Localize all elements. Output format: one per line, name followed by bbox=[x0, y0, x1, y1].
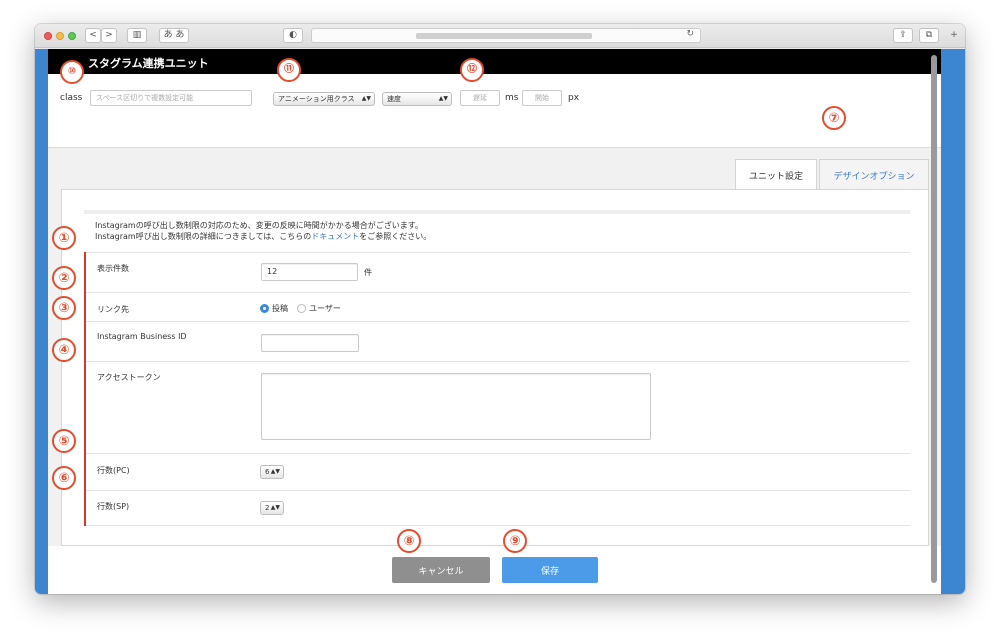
class-input[interactable]: スペース区切りで複数設定可能 bbox=[90, 90, 252, 106]
rows-sp-label: 行数(SP) bbox=[97, 502, 130, 511]
browser-titlebar: < > ▥ あ あ ◐ ↻ ⇪ ⧉ + bbox=[35, 24, 965, 48]
select-arrows-icon: ▲▼ bbox=[361, 95, 371, 102]
unit-top-settings: class スペース区切りで複数設定可能 アニメーション用クラス ▲▼ 速度 ▲… bbox=[48, 74, 941, 148]
rows-sp-value: 2 bbox=[265, 504, 270, 512]
ms-unit-label: ms bbox=[505, 93, 519, 103]
documentation-link[interactable]: ドキュメント bbox=[311, 232, 359, 241]
annotation-marker-10: ⑩ bbox=[60, 60, 84, 84]
animation-class-select[interactable]: アニメーション用クラス ▲▼ bbox=[273, 92, 375, 106]
reload-icon[interactable]: ↻ bbox=[686, 29, 694, 39]
page-viewport: スタグラム連携ユニット class スペース区切りで複数設定可能 アニメーション… bbox=[35, 49, 965, 594]
count-unit: 件 bbox=[364, 268, 372, 277]
notice-line-1: Instagramの呼び出し数制限の対応のため、変更の反映に時間がかかる場合がご… bbox=[95, 221, 423, 230]
annotation-marker-8: ⑧ bbox=[397, 529, 421, 553]
annotation-marker-7: ⑦ bbox=[822, 106, 846, 130]
select-arrows-icon: ▲▼ bbox=[270, 468, 280, 475]
annotation-marker-12: ⑫ bbox=[460, 58, 484, 82]
radio-user-label: ユーザー bbox=[309, 304, 341, 313]
rows-pc-label: 行数(PC) bbox=[97, 466, 130, 475]
blurred-url bbox=[416, 33, 592, 39]
notice-text-before: Instagram呼び出し数制限の詳細につきましては、こちらの bbox=[95, 232, 312, 241]
forward-button[interactable]: > bbox=[101, 28, 117, 43]
form-row-rows-sp: 行数(SP) 2 ▲▼ bbox=[86, 490, 910, 526]
rows-sp-select[interactable]: 2 ▲▼ bbox=[260, 501, 284, 515]
annotation-marker-2: ② bbox=[52, 266, 76, 290]
tab-overview-icon[interactable]: ⧉ bbox=[919, 28, 939, 43]
notice-line-2: Instagram呼び出し数制限の詳細につきましては、こちらのドキュメントをご参… bbox=[95, 231, 910, 242]
edit-unit-page: スタグラム連携ユニット class スペース区切りで複数設定可能 アニメーション… bbox=[48, 49, 941, 594]
class-label: class bbox=[60, 93, 83, 103]
back-button[interactable]: < bbox=[85, 28, 101, 43]
form-row-business-id: Instagram Business ID bbox=[86, 321, 910, 361]
unit-header-bar: スタグラム連携ユニット bbox=[48, 49, 941, 74]
radio-user[interactable] bbox=[297, 304, 306, 313]
count-label: 表示件数 bbox=[97, 264, 129, 273]
unit-settings-panel: Instagramの呼び出し数制限の対応のため、変更の反映に時間がかかる場合がご… bbox=[61, 189, 929, 546]
form-row-count: 表示件数 12 件 bbox=[86, 252, 910, 292]
save-button[interactable]: 保存 bbox=[502, 557, 598, 583]
business-id-label: Instagram Business ID bbox=[97, 332, 187, 341]
radio-post-label: 投稿 bbox=[272, 304, 288, 313]
form-row-access-token: アクセストークン bbox=[86, 361, 910, 453]
sidebar-toggle-icon[interactable]: ▥ bbox=[127, 28, 147, 43]
rows-pc-value: 6 bbox=[265, 468, 270, 476]
unit-title: スタグラム連携ユニット bbox=[88, 57, 209, 70]
cancel-button[interactable]: キャンセル bbox=[392, 557, 490, 583]
new-tab-icon[interactable]: + bbox=[947, 28, 961, 43]
rows-pc-select[interactable]: 6 ▲▼ bbox=[260, 465, 284, 479]
annotation-marker-11: ⑪ bbox=[277, 58, 301, 82]
footer-area bbox=[48, 546, 941, 594]
form-row-rows-pc: 行数(PC) 6 ▲▼ bbox=[86, 453, 910, 490]
start-input[interactable]: 開始 bbox=[522, 90, 562, 106]
page-scrollbar[interactable] bbox=[931, 55, 937, 583]
notice-text-after: をご参照ください。 bbox=[359, 232, 432, 241]
annotation-marker-5: ⑤ bbox=[52, 429, 76, 453]
api-limit-notice: Instagramの呼び出し数制限の対応のため、変更の反映に時間がかかる場合がご… bbox=[84, 210, 910, 250]
speed-select[interactable]: 速度 ▲▼ bbox=[382, 92, 452, 106]
select-arrows-icon: ▲▼ bbox=[438, 95, 448, 102]
close-window-icon[interactable] bbox=[44, 32, 52, 40]
annotation-marker-9: ⑨ bbox=[503, 529, 527, 553]
link-label: リンク先 bbox=[97, 305, 129, 314]
access-token-label: アクセストークン bbox=[97, 373, 161, 382]
speed-value: 速度 bbox=[387, 95, 401, 103]
business-id-input[interactable] bbox=[261, 334, 359, 352]
delay-input[interactable]: 遅延 bbox=[460, 90, 500, 106]
annotation-marker-3: ③ bbox=[52, 296, 76, 320]
tab-design-options[interactable]: デザインオプション bbox=[819, 159, 929, 190]
animation-class-value: アニメーション用クラス bbox=[278, 95, 355, 103]
zoom-window-icon[interactable] bbox=[68, 32, 76, 40]
share-icon[interactable]: ⇪ bbox=[893, 28, 913, 43]
form-row-link: リンク先 投稿 ユーザー bbox=[86, 292, 910, 321]
annotation-marker-4: ④ bbox=[52, 338, 76, 362]
minimize-window-icon[interactable] bbox=[56, 32, 64, 40]
access-token-textarea[interactable] bbox=[261, 373, 651, 440]
privacy-shield-icon[interactable]: ◐ bbox=[283, 28, 303, 43]
px-unit-label: px bbox=[568, 93, 580, 103]
radio-post[interactable] bbox=[260, 304, 269, 313]
select-arrows-icon: ▲▼ bbox=[270, 504, 280, 511]
address-bar[interactable]: ↻ bbox=[311, 28, 701, 43]
reader-text-icon[interactable]: あ あ bbox=[159, 28, 189, 43]
tab-unit-settings[interactable]: ユニット設定 bbox=[735, 159, 817, 190]
count-input[interactable]: 12 bbox=[261, 263, 358, 281]
annotation-marker-6: ⑥ bbox=[52, 466, 76, 490]
annotation-marker-1: ① bbox=[52, 226, 76, 250]
